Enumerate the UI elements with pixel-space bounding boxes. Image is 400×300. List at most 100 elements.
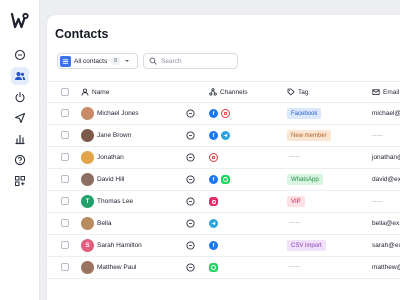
avatar: T xyxy=(81,195,94,208)
open-chat-icon[interactable] xyxy=(186,153,195,162)
table-row[interactable]: Matthew Paul ----- matthew@... xyxy=(47,257,400,279)
whatsapp-icon xyxy=(209,263,218,272)
contact-name[interactable]: Bella xyxy=(97,220,111,227)
contact-name[interactable]: Jonathan xyxy=(97,154,124,161)
nav-contacts[interactable] xyxy=(11,67,29,85)
channel-list xyxy=(209,153,218,162)
channel-list: f xyxy=(209,131,230,140)
table-row[interactable]: T Thomas Lee VIP ----- xyxy=(47,191,400,213)
tag-badge[interactable]: WhatsApp xyxy=(287,174,323,185)
tag-badge[interactable]: CSV import xyxy=(287,240,326,251)
chat-icon xyxy=(14,49,26,61)
contacts-filter-dropdown[interactable]: All contacts 8 xyxy=(57,53,138,69)
instagram-icon xyxy=(209,197,218,206)
table-row[interactable]: Michael Jones f Facebook michael@... xyxy=(47,103,400,125)
open-chat-icon[interactable] xyxy=(186,131,195,140)
table-row[interactable]: SSarah Hamilton f CSV import sarah@ex... xyxy=(47,235,400,257)
row-checkbox[interactable] xyxy=(61,153,69,161)
list-view-icon xyxy=(60,55,71,67)
column-header-channels[interactable]: Channels xyxy=(209,88,247,96)
page-title: Contacts xyxy=(55,27,109,41)
avatar xyxy=(81,151,94,164)
contact-name[interactable]: Sarah Hamilton xyxy=(97,242,142,249)
contact-name[interactable]: Matthew Paul xyxy=(97,264,136,271)
bar-chart-icon xyxy=(15,134,25,145)
contact-email: jonathan@... xyxy=(372,154,400,161)
open-chat-icon[interactable] xyxy=(186,219,195,228)
search-input[interactable] xyxy=(161,57,231,65)
chevron-down-icon xyxy=(125,60,130,62)
table-row[interactable]: Bella ----- bella@ex... xyxy=(47,213,400,235)
power-icon xyxy=(15,91,25,103)
nav-campaigns[interactable] xyxy=(11,109,29,127)
contact-name[interactable]: David Hill xyxy=(97,176,124,183)
telegram-icon xyxy=(209,219,218,228)
tag-empty: ----- xyxy=(289,219,300,226)
tag-badge[interactable]: Facebook xyxy=(287,108,322,119)
avatar xyxy=(81,107,94,120)
open-chat-icon[interactable] xyxy=(186,263,195,272)
channel-list xyxy=(209,219,218,228)
row-checkbox[interactable] xyxy=(61,175,69,183)
contact-email: ----- xyxy=(372,132,383,139)
contact-email: sarah@ex... xyxy=(372,242,400,249)
row-checkbox[interactable] xyxy=(61,109,69,117)
whatsapp-icon xyxy=(221,175,230,184)
row-checkbox[interactable] xyxy=(61,197,69,205)
column-header-email[interactable]: Email xyxy=(372,88,399,96)
open-chat-icon[interactable] xyxy=(186,241,195,250)
users-icon xyxy=(15,72,26,80)
contacts-filter-label: All contacts xyxy=(74,57,108,65)
table-header: Name Channels Tag Email xyxy=(47,81,400,103)
tag-icon xyxy=(287,88,295,96)
search-box[interactable] xyxy=(143,53,238,69)
tag-empty: ----- xyxy=(289,153,300,160)
table-row[interactable]: Jane Brown f New member ----- xyxy=(47,125,400,147)
open-chat-icon[interactable] xyxy=(186,109,195,118)
channel-list: f xyxy=(209,109,230,118)
column-header-tag[interactable]: Tag xyxy=(287,88,308,96)
contact-email: ----- xyxy=(372,198,383,205)
nav-integrations[interactable] xyxy=(11,88,29,106)
contact-name[interactable]: Michael Jones xyxy=(97,110,139,117)
channels-icon xyxy=(209,88,217,96)
facebook-icon: f xyxy=(209,131,218,140)
nav-apps[interactable] xyxy=(11,172,29,190)
facebook-icon: f xyxy=(209,109,218,118)
avatar xyxy=(81,261,94,274)
main-panel: Contacts All contacts 8 Name Channels Ta… xyxy=(46,14,400,300)
select-all-checkbox[interactable] xyxy=(61,88,69,96)
email-icon xyxy=(209,153,218,162)
open-chat-icon[interactable] xyxy=(186,175,195,184)
row-checkbox[interactable] xyxy=(61,131,69,139)
send-icon xyxy=(14,112,26,124)
avatar: S xyxy=(81,239,94,252)
column-label-channels: Channels xyxy=(220,88,248,96)
nav-chat[interactable] xyxy=(11,46,29,64)
row-checkbox[interactable] xyxy=(61,263,69,271)
channel-list: f xyxy=(209,241,218,250)
email-icon xyxy=(221,109,230,118)
nav-reports[interactable] xyxy=(11,130,29,148)
tag-badge[interactable]: VIP xyxy=(287,196,305,207)
table-row[interactable]: Jonathan ----- jonathan@... xyxy=(47,147,400,169)
avatar xyxy=(81,217,94,230)
open-chat-icon[interactable] xyxy=(186,197,195,206)
contacts-table: Name Channels Tag Email Michael Jones f Fa… xyxy=(47,81,400,279)
row-checkbox[interactable] xyxy=(61,241,69,249)
contact-name[interactable]: Jane Brown xyxy=(97,132,131,139)
facebook-icon: f xyxy=(209,175,218,184)
contact-name[interactable]: Thomas Lee xyxy=(97,198,133,205)
tag-badge[interactable]: New member xyxy=(287,130,331,141)
apps-icon xyxy=(15,176,25,186)
column-label-tag: Tag xyxy=(298,88,309,96)
column-header-name[interactable]: Name xyxy=(81,88,109,96)
contact-email: bella@ex... xyxy=(372,220,400,227)
contact-email: david@ex... xyxy=(372,176,400,183)
row-checkbox[interactable] xyxy=(61,219,69,227)
telegram-icon xyxy=(221,131,230,140)
table-row[interactable]: David Hill f WhatsApp david@ex... xyxy=(47,169,400,191)
column-label-email: Email xyxy=(383,88,400,96)
nav-help[interactable] xyxy=(11,151,29,169)
avatar xyxy=(81,129,94,142)
